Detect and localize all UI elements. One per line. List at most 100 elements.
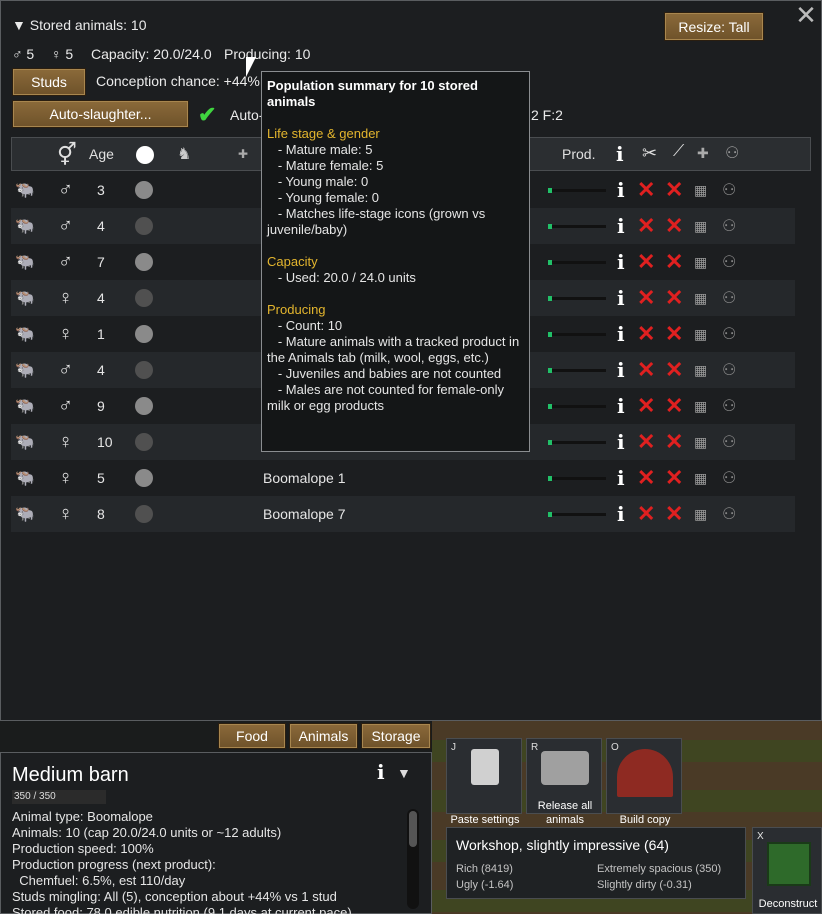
mouse-cursor [246, 57, 256, 77]
age-cell: 7 [97, 254, 105, 270]
medical-icon[interactable]: ▦ [694, 208, 707, 244]
binoculars-icon[interactable]: ⚇ [722, 496, 736, 532]
scrollbar[interactable] [407, 809, 419, 909]
binoculars-icon[interactable]: ⚇ [722, 280, 736, 316]
medical-icon[interactable]: ▦ [694, 352, 707, 388]
binoculars-icon[interactable]: ⚇ [722, 244, 736, 280]
animal-name[interactable]: Boomalope 7 [263, 496, 346, 532]
tab-storage[interactable]: Storage [361, 723, 431, 749]
medical-icon[interactable]: ▦ [694, 244, 707, 280]
gizmo-label: Paste settings [450, 814, 520, 826]
info-icon[interactable]: i [617, 208, 625, 244]
binoculars-icon[interactable]: ⚇ [722, 208, 736, 244]
animal-name[interactable]: Boomalope 1 [263, 460, 346, 496]
binoculars-icon[interactable]: ⚇ [722, 172, 736, 208]
medical-icon[interactable]: ▦ [694, 280, 707, 316]
table-row[interactable]: 🐃 ♀ 5 Boomalope 1 i ✕ ✕ ▦ ⚇ [11, 460, 795, 496]
remove-icon[interactable]: ✕ [637, 244, 655, 280]
slaughter-remove-icon[interactable]: ✕ [665, 316, 683, 352]
inspect-line: Animal type: Boomalope [12, 809, 153, 824]
remove-icon[interactable]: ✕ [637, 424, 655, 460]
production-bar [548, 296, 606, 301]
age-header[interactable]: Age [89, 146, 114, 162]
medical-header-icon[interactable]: ✚ [697, 145, 709, 162]
life-stage-dot [135, 280, 153, 316]
sex-icon: ♀ [58, 286, 73, 309]
life-stage-icon[interactable] [136, 146, 154, 164]
remove-icon[interactable]: ✕ [637, 496, 655, 532]
info-icon[interactable]: i [617, 352, 625, 388]
medical-icon[interactable]: ▦ [694, 172, 707, 208]
info-icon[interactable]: i [617, 388, 625, 424]
info-icon[interactable]: i [617, 172, 625, 208]
knife-icon[interactable]: ⟋ [673, 143, 684, 161]
building-title: Medium barn [12, 764, 129, 786]
build-copy-button[interactable]: O Build copy [606, 738, 682, 826]
binoculars-icon[interactable]: ⚇ [722, 352, 736, 388]
slaughter-remove-icon[interactable]: ✕ [665, 496, 683, 532]
info-icon[interactable]: i [617, 496, 625, 532]
info-icon[interactable]: i [377, 759, 385, 785]
binoculars-icon[interactable]: ⚇ [722, 424, 736, 460]
info-icon[interactable]: i [617, 244, 625, 280]
life-stage-dot [135, 460, 153, 496]
tab-animals[interactable]: Animals [289, 723, 358, 749]
tooltip-line: - Count: 10 [267, 318, 343, 333]
slaughter-remove-icon[interactable]: ✕ [665, 172, 683, 208]
life-stage-dot [135, 424, 153, 460]
binoculars-icon[interactable]: ⚇ [722, 388, 736, 424]
inspect-line: Production progress (next product): [12, 857, 216, 872]
remove-icon[interactable]: ✕ [637, 316, 655, 352]
paste-settings-button[interactable]: J Paste settings [446, 738, 522, 826]
slaughter-remove-icon[interactable]: ✕ [665, 208, 683, 244]
slaughter-remove-icon[interactable]: ✕ [665, 280, 683, 316]
auto-slaughter-button[interactable]: Auto-slaughter... [12, 100, 189, 128]
slaughter-remove-icon[interactable]: ✕ [665, 388, 683, 424]
tab-food[interactable]: Food [218, 723, 286, 749]
slaughter-icon[interactable]: ✂ [642, 143, 657, 164]
info-icon[interactable]: i [617, 280, 625, 316]
boomalope-icon: 🐃 [15, 182, 35, 199]
slaughter-remove-icon[interactable]: ✕ [665, 352, 683, 388]
close-icon[interactable]: ✕ [793, 2, 819, 28]
sex-icon: ♀ [58, 466, 73, 489]
binoculars-icon[interactable]: ⚇ [725, 143, 739, 163]
medical-icon[interactable]: ▦ [694, 388, 707, 424]
remove-icon[interactable]: ✕ [637, 352, 655, 388]
studs-button[interactable]: Studs [12, 68, 86, 96]
medical-icon[interactable]: ▦ [694, 460, 707, 496]
info-icon[interactable]: i [617, 424, 625, 460]
check-icon[interactable]: ✔ [198, 102, 216, 128]
stored-animals-toggle[interactable]: ▼ Stored animals: 10 [12, 17, 146, 33]
remove-icon[interactable]: ✕ [637, 208, 655, 244]
table-row[interactable]: 🐃 ♀ 8 Boomalope 7 i ✕ ✕ ▦ ⚇ [11, 496, 795, 532]
medical-icon[interactable]: ▦ [694, 316, 707, 352]
dropdown-icon[interactable]: ▼ [397, 765, 411, 781]
medical-icon[interactable]: ✚ [238, 147, 248, 161]
slaughter-remove-icon[interactable]: ✕ [665, 424, 683, 460]
gender-icon[interactable]: ⚥ [57, 142, 77, 168]
binoculars-icon[interactable]: ⚇ [722, 460, 736, 496]
medical-icon[interactable]: ▦ [694, 496, 707, 532]
age-cell: 4 [97, 218, 105, 234]
slaughter-remove-icon[interactable]: ✕ [665, 460, 683, 496]
remove-icon[interactable]: ✕ [637, 388, 655, 424]
tooltip-section-capacity: Capacity [267, 254, 318, 269]
info-icon[interactable]: i [617, 460, 625, 496]
slaughter-remove-icon[interactable]: ✕ [665, 244, 683, 280]
female-icon: ♀ [51, 46, 62, 62]
remove-icon[interactable]: ✕ [637, 172, 655, 208]
deconstruct-icon [767, 842, 811, 886]
remove-icon[interactable]: ✕ [637, 280, 655, 316]
room-stat: Ugly (-1.64) [456, 879, 514, 891]
prod-header[interactable]: Prod. [562, 146, 595, 162]
remove-icon[interactable]: ✕ [637, 460, 655, 496]
resize-button[interactable]: Resize: Tall [664, 12, 764, 41]
release-all-button[interactable]: R Release all animals [526, 738, 602, 826]
info-icon[interactable]: i [617, 316, 625, 352]
medical-icon[interactable]: ▦ [694, 424, 707, 460]
deconstruct-button[interactable]: X Deconstruct [752, 827, 822, 914]
pregnant-icon[interactable]: ♞ [177, 144, 191, 164]
binoculars-icon[interactable]: ⚇ [722, 316, 736, 352]
info-header-icon[interactable]: i [616, 142, 624, 166]
